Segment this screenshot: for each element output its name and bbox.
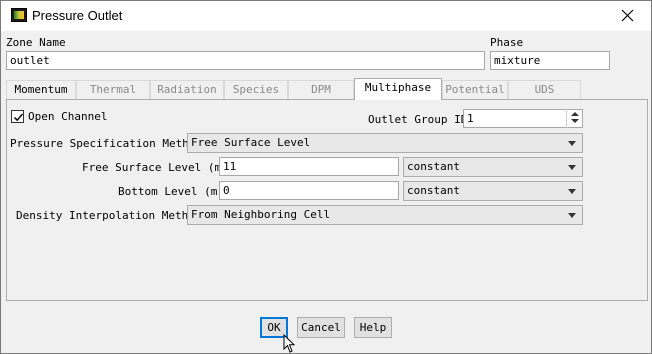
cancel-button[interactable]: Cancel: [297, 317, 345, 338]
checkmark-icon: [13, 113, 24, 122]
bottom-level-method-dropdown[interactable]: constant: [403, 181, 583, 201]
close-button[interactable]: [605, 1, 651, 31]
title-bar[interactable]: Pressure Outlet: [1, 1, 651, 31]
fluent-app-icon: [11, 8, 27, 22]
spin-down-icon[interactable]: [571, 119, 579, 123]
free-surface-method-value: constant: [407, 160, 460, 173]
tab-multiphase[interactable]: Multiphase: [354, 78, 442, 100]
outlet-group-id-input[interactable]: 1: [463, 109, 583, 128]
zone-name-field[interactable]: outlet: [6, 51, 485, 70]
chevron-down-icon: [568, 141, 576, 146]
phase-label: Phase: [490, 36, 524, 49]
phase-field: mixture: [490, 51, 610, 70]
density-interp-label: Density Interpolation Method: [16, 209, 202, 222]
pressure-spec-dropdown[interactable]: Free Surface Level: [187, 133, 583, 153]
free-surface-level-label: Free Surface Level (m): [82, 161, 228, 174]
open-channel-checkbox[interactable]: [11, 110, 24, 123]
outlet-group-id-label: Outlet Group ID: [368, 113, 468, 126]
chevron-down-icon: [568, 165, 576, 170]
chevron-down-icon: [568, 189, 576, 194]
open-channel-label: Open Channel: [28, 110, 108, 123]
tab-potential[interactable]: Potential: [442, 80, 508, 99]
spin-up-icon[interactable]: [571, 112, 579, 116]
help-button[interactable]: Help: [354, 317, 392, 338]
free-surface-level-input[interactable]: 11: [219, 157, 399, 176]
density-interp-value: From Neighboring Cell: [191, 208, 331, 221]
zone-name-label: Zone Name: [6, 36, 66, 49]
multiphase-panel: Open Channel Outlet Group ID 1 Pressure …: [6, 99, 648, 301]
bottom-level-input[interactable]: 0: [219, 181, 399, 200]
tab-uds[interactable]: UDS: [508, 80, 581, 99]
tab-species[interactable]: Species: [224, 80, 288, 99]
density-interp-dropdown[interactable]: From Neighboring Cell: [187, 205, 583, 225]
window-title: Pressure Outlet: [32, 8, 123, 23]
tab-dpm[interactable]: DPM: [288, 80, 354, 99]
tab-momentum[interactable]: Momentum: [6, 80, 76, 99]
bottom-level-label: Bottom Level (m): [118, 185, 224, 198]
pressure-spec-value: Free Surface Level: [191, 136, 311, 149]
close-icon: [621, 9, 634, 22]
chevron-down-icon: [568, 213, 576, 218]
outlet-group-id-spinner[interactable]: [566, 109, 582, 128]
pressure-spec-label: Pressure Specification Method: [10, 137, 203, 150]
mouse-cursor-icon: [283, 334, 296, 353]
pressure-outlet-dialog: Pressure Outlet Zone Name outlet Phase m…: [0, 0, 652, 354]
tab-thermal[interactable]: Thermal: [76, 80, 150, 99]
free-surface-method-dropdown[interactable]: constant: [403, 157, 583, 177]
tab-bar: Momentum Thermal Radiation Species DPM M…: [6, 78, 581, 100]
bottom-level-method-value: constant: [407, 184, 460, 197]
tab-radiation[interactable]: Radiation: [150, 80, 224, 99]
